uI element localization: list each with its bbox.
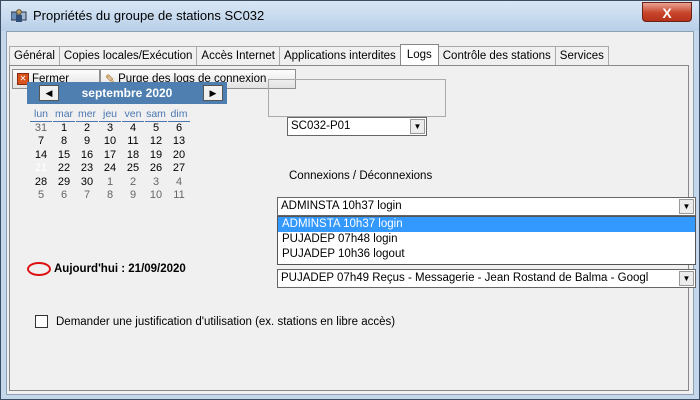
station-group-box — [268, 79, 446, 117]
calendar-day[interactable]: 9 — [76, 135, 98, 148]
connections-label: Connexions / Déconnexions — [289, 170, 433, 182]
list-item[interactable]: PUJADEP 10h36 logout — [278, 247, 695, 262]
messages-select-value: PUJADEP 07h49 Reçus - Messagerie - Jean … — [281, 272, 649, 284]
calendar-day[interactable]: 3 — [145, 176, 167, 189]
title-bar[interactable]: Propriétés du groupe de stations SC032 X — [1, 1, 699, 31]
list-item[interactable]: PUJADEP 07h48 login — [278, 232, 695, 247]
station-select[interactable]: SC032-P01 ▼ — [287, 117, 427, 136]
connections-select-value: ADMINSTA 10h37 login — [281, 200, 402, 212]
calendar-weekday: ven — [122, 108, 144, 122]
calendar-day[interactable]: 25 — [122, 162, 144, 175]
calendar-day[interactable]: 31 — [30, 122, 52, 135]
calendar-grid: lun mar mer jeu ven sam dim 31 1 2 3 4 5 6 7 8 9 10 11 12 13… — [30, 108, 227, 202]
connections-select[interactable]: ADMINSTA 10h37 login ▼ — [277, 197, 696, 216]
today-label: Aujourd'hui : 21/09/2020 — [54, 263, 186, 275]
calendar-day[interactable]: 30 — [76, 176, 98, 189]
properties-window: Propriétés du groupe de stations SC032 X… — [0, 0, 700, 400]
window-title: Propriétés du groupe de stations SC032 — [33, 8, 265, 23]
calendar-weekday: mer — [76, 108, 98, 122]
calendar-day[interactable]: 16 — [76, 149, 98, 162]
station-select-value: SC032-P01 — [291, 120, 351, 132]
calendar-day[interactable]: 2 — [76, 122, 98, 135]
calendar-day[interactable]: 5 — [30, 189, 52, 202]
tab-services[interactable]: Services — [554, 46, 609, 65]
calendar-weekday: jeu — [99, 108, 121, 122]
calendar-day[interactable]: 6 — [168, 122, 190, 135]
calendar-day[interactable]: 4 — [168, 176, 190, 189]
calendar-month-title[interactable]: septembre 2020 — [27, 86, 227, 100]
messages-select[interactable]: PUJADEP 07h49 Reçus - Messagerie - Jean … — [277, 269, 696, 288]
calendar-day[interactable]: 10 — [99, 135, 121, 148]
justification-label: Demander une justification d'utilisation… — [56, 315, 396, 328]
calendar-day-selected[interactable]: 21 — [30, 162, 52, 175]
window-close-button[interactable]: X — [642, 2, 692, 22]
month-calendar[interactable]: ◀ septembre 2020 ▶ lun mar mer jeu ven sam dim… — [27, 82, 227, 276]
tab-internet-access[interactable]: Accès Internet — [196, 46, 280, 65]
calendar-day[interactable]: 14 — [30, 149, 52, 162]
calendar-day[interactable]: 19 — [145, 149, 167, 162]
calendar-day[interactable]: 20 — [168, 149, 190, 162]
calendar-day[interactable]: 27 — [168, 162, 190, 175]
calendar-day[interactable]: 3 — [99, 122, 121, 135]
tab-local-copies[interactable]: Copies locales/Exécution — [58, 46, 198, 65]
today-indicator[interactable]: Aujourd'hui : 21/09/2020 — [27, 262, 186, 276]
today-marker-icon — [27, 262, 51, 276]
calendar-day[interactable]: 28 — [30, 176, 52, 189]
justification-checkbox[interactable] — [35, 315, 48, 328]
calendar-day[interactable]: 8 — [53, 135, 75, 148]
calendar-day[interactable]: 22 — [53, 162, 75, 175]
calendar-day[interactable]: 1 — [99, 176, 121, 189]
calendar-day[interactable]: 18 — [122, 149, 144, 162]
station-group-icon — [11, 9, 27, 22]
connections-dropdown-list[interactable]: ADMINSTA 10h37 login PUJADEP 07h48 login… — [277, 216, 696, 265]
chevron-down-icon[interactable]: ▼ — [679, 271, 694, 286]
calendar-day[interactable]: 13 — [168, 135, 190, 148]
calendar-day[interactable]: 11 — [168, 189, 190, 202]
calendar-day[interactable]: 7 — [30, 135, 52, 148]
tab-strip: Général Copies locales/Exécution Accès I… — [9, 44, 609, 65]
chevron-down-icon[interactable]: ▼ — [410, 119, 425, 134]
calendar-day[interactable]: 17 — [99, 149, 121, 162]
calendar-day[interactable]: 26 — [145, 162, 167, 175]
calendar-day[interactable]: 15 — [53, 149, 75, 162]
calendar-weekday: lun — [30, 108, 52, 122]
calendar-day[interactable]: 24 — [99, 162, 121, 175]
calendar-day[interactable]: 9 — [122, 189, 144, 202]
calendar-header: ◀ septembre 2020 ▶ — [27, 82, 227, 104]
calendar-next-button[interactable]: ▶ — [203, 85, 223, 101]
calendar-day[interactable]: 29 — [53, 176, 75, 189]
tab-station-control[interactable]: Contrôle des stations — [437, 46, 556, 65]
calendar-day[interactable]: 23 — [76, 162, 98, 175]
chevron-down-icon[interactable]: ▼ — [679, 199, 694, 214]
calendar-day[interactable]: 6 — [53, 189, 75, 202]
calendar-day[interactable]: 10 — [145, 189, 167, 202]
calendar-day[interactable]: 11 — [122, 135, 144, 148]
calendar-weekday: sam — [145, 108, 167, 122]
calendar-weekday: dim — [168, 108, 190, 122]
list-item[interactable]: ADMINSTA 10h37 login — [278, 217, 695, 232]
calendar-day[interactable]: 4 — [122, 122, 144, 135]
tab-logs[interactable]: Logs — [399, 44, 439, 65]
tab-general[interactable]: Général — [9, 46, 60, 65]
tab-forbidden-apps[interactable]: Applications interdites — [278, 46, 401, 65]
calendar-day[interactable]: 7 — [76, 189, 98, 202]
calendar-day[interactable]: 12 — [145, 135, 167, 148]
calendar-day[interactable]: 5 — [145, 122, 167, 135]
calendar-day[interactable]: 2 — [122, 176, 144, 189]
calendar-day[interactable]: 8 — [99, 189, 121, 202]
calendar-day[interactable]: 1 — [53, 122, 75, 135]
justification-option[interactable]: Demander une justification d'utilisation… — [35, 315, 395, 328]
calendar-weekday: mar — [53, 108, 75, 122]
